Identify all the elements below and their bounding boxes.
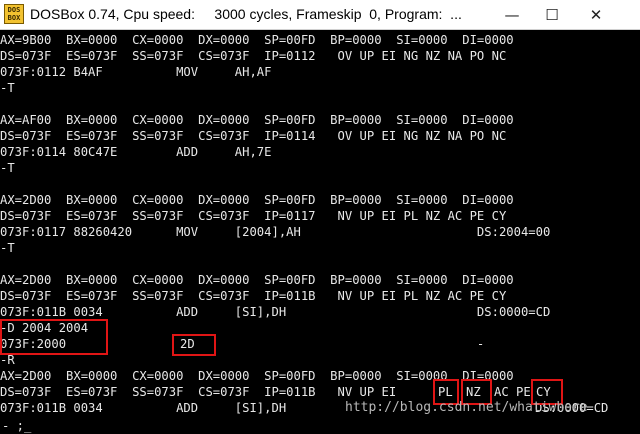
blog-watermark: http://blog.csdn.net/whatiwhere bbox=[345, 400, 588, 415]
console-line: 073F:011B 0034 ADD [SI],DH bbox=[0, 401, 287, 415]
title-bar: DOS BOX DOSBox 0.74, Cpu speed: 3000 cyc… bbox=[0, 0, 640, 30]
console-line: -T bbox=[0, 241, 15, 255]
minimize-button[interactable]: — bbox=[492, 0, 532, 30]
console-line: DS=073F ES=073F SS=073F CS=073F IP=011B … bbox=[0, 289, 507, 303]
console-line: 073F:0117 88260420 MOV [2004],AH DS:2004… bbox=[0, 225, 551, 239]
highlight-dump-command bbox=[0, 319, 108, 355]
flag-ac-pe: AC PE bbox=[494, 385, 531, 399]
console-line: -T bbox=[0, 161, 15, 175]
console-line: AX=2D00 BX=0000 CX=0000 DX=0000 SP=00FD … bbox=[0, 193, 514, 207]
console-line: DS=073F ES=073F SS=073F CS=073F IP=0117 … bbox=[0, 209, 507, 223]
console-line: DS=073F ES=073F SS=073F CS=073F IP=0112 … bbox=[0, 49, 507, 63]
maximize-button[interactable]: ☐ bbox=[532, 0, 572, 30]
console-line: DS=073F ES=073F SS=073F CS=073F IP=0114 … bbox=[0, 129, 507, 143]
console-line: DS=073F ES=073F SS=073F CS=073F IP=011B … bbox=[0, 385, 397, 399]
highlight-dump-value bbox=[172, 334, 216, 356]
console-line: AX=AF00 BX=0000 CX=0000 DX=0000 SP=00FD … bbox=[0, 113, 514, 127]
console-line: 073F:0112 B4AF MOV AH,AF bbox=[0, 65, 272, 79]
console-line: -T bbox=[0, 81, 15, 95]
dosbox-app-icon[interactable]: DOS BOX bbox=[4, 4, 24, 24]
console-line: AX=9B00 BX=0000 CX=0000 DX=0000 SP=00FD … bbox=[0, 33, 514, 47]
window-title: DOSBox 0.74, Cpu speed: 3000 cycles, Fra… bbox=[30, 6, 462, 22]
dos-console[interactable]: AX=9B00 BX=0000 CX=0000 DX=0000 SP=00FD … bbox=[0, 30, 640, 433]
console-line: AX=2D00 BX=0000 CX=0000 DX=0000 SP=00FD … bbox=[0, 273, 514, 287]
console-line: 073F:011B 0034 ADD [SI],DH DS:0000=CD bbox=[0, 305, 551, 319]
close-button[interactable]: ✕ bbox=[576, 0, 616, 30]
console-line: 073F:0114 80C47E ADD AH,7E bbox=[0, 145, 272, 159]
